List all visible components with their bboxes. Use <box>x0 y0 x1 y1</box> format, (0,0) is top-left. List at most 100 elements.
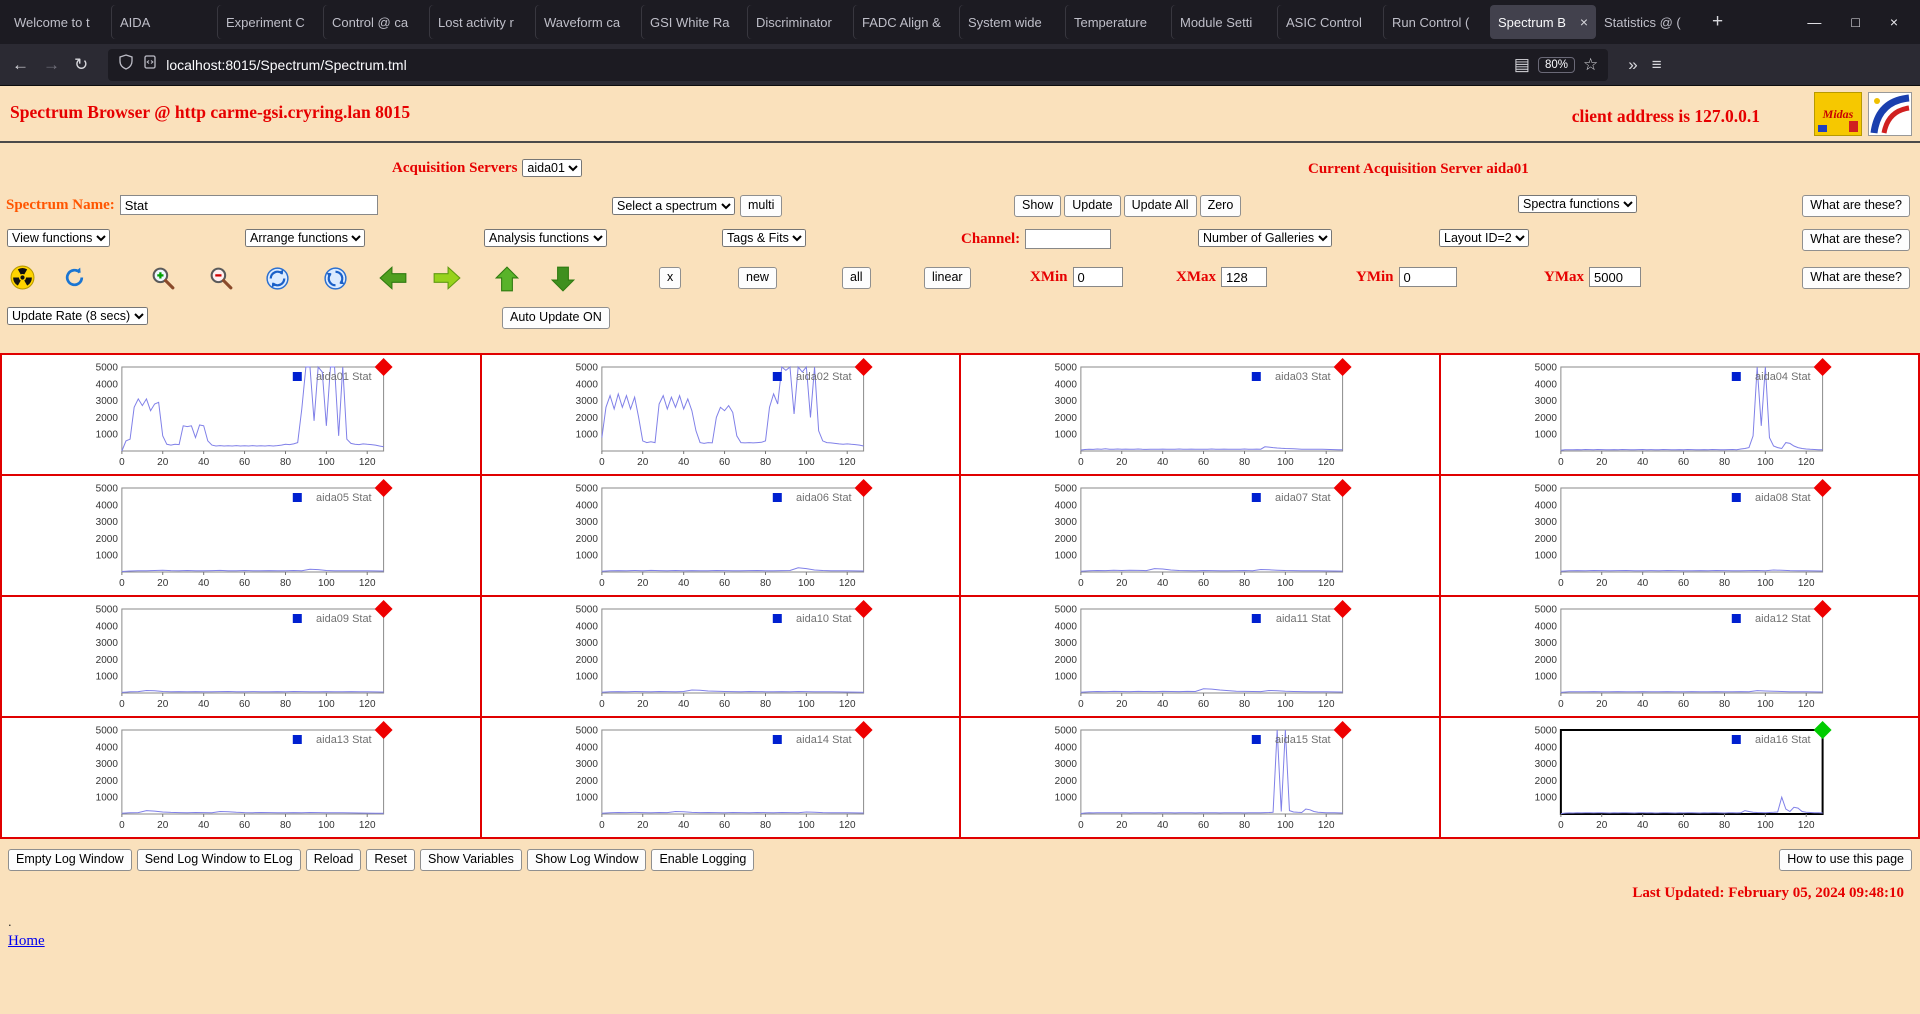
reset-button[interactable]: Reset <box>366 849 415 871</box>
radiation-icon[interactable] <box>10 265 35 290</box>
channel-input[interactable] <box>1025 229 1112 249</box>
reload-button[interactable]: ↻ <box>74 56 88 73</box>
spectrum-panel-aida04[interactable]: 5000 4000 3000 2000 1000 0 20 40 60 80 100 120 aida0… <box>1440 355 1918 474</box>
x-button[interactable]: x <box>659 267 682 289</box>
arrow-down-icon[interactable] <box>550 265 576 293</box>
linear-button[interactable]: linear <box>924 267 971 289</box>
spectrum-panel-aida03[interactable]: 5000 4000 3000 2000 1000 0 20 40 60 80 100 120 aida0… <box>961 355 1439 474</box>
arrange-functions-select[interactable]: Arrange functions <box>245 229 365 247</box>
browser-tab[interactable]: Temperature <box>1066 5 1172 39</box>
browser-tab[interactable]: Experiment C <box>218 5 324 39</box>
xmax-input[interactable] <box>1221 267 1267 287</box>
browser-tab[interactable]: Waveform ca <box>536 5 642 39</box>
all-button[interactable]: all <box>842 267 871 289</box>
back-button[interactable]: ← <box>12 56 29 73</box>
update-button[interactable]: Update <box>1064 195 1121 217</box>
spectrum-panel-aida06[interactable]: 5000 4000 3000 2000 1000 0 20 40 60 80 100 120 aida0… <box>481 476 959 595</box>
arrow-up-icon[interactable] <box>494 265 520 293</box>
close-window-button[interactable]: × <box>1890 14 1898 30</box>
tracking-protection-icon[interactable] <box>118 54 134 75</box>
minimize-button[interactable]: — <box>1807 14 1821 30</box>
browser-tab[interactable]: Welcome to t <box>6 5 112 39</box>
browser-tab[interactable]: System wide <box>960 5 1066 39</box>
browser-tab[interactable]: Control @ ca <box>324 5 430 39</box>
new-button[interactable]: new <box>738 267 777 289</box>
arrow-left-icon[interactable] <box>378 265 408 291</box>
tab-title: Temperature <box>1074 14 1147 30</box>
browser-tab[interactable]: Discriminator <box>748 5 854 39</box>
site-info-icon[interactable] <box>142 54 158 75</box>
ymax-input[interactable] <box>1589 267 1641 287</box>
spectrum-panel-aida15[interactable]: 5000 4000 3000 2000 1000 0 20 40 60 80 100 120 aida1… <box>961 718 1439 837</box>
show-variables-button[interactable]: Show Variables <box>420 849 522 871</box>
rotate-x-icon[interactable] <box>264 265 291 292</box>
spectrum-panel-aida12[interactable]: 5000 4000 3000 2000 1000 0 20 40 60 80 100 120 aida1… <box>1440 597 1918 716</box>
show-log-window-button[interactable]: Show Log Window <box>526 849 647 871</box>
spectrum-panel-aida07[interactable]: 5000 4000 3000 2000 1000 0 20 40 60 80 100 120 aida0… <box>961 476 1439 595</box>
browser-tab[interactable]: Statistics @ ( <box>1596 5 1702 39</box>
zoom-in-icon[interactable] <box>150 265 177 292</box>
tags-fits-select[interactable]: Tags & Fits <box>722 229 806 247</box>
new-tab-button[interactable]: + <box>1702 11 1733 33</box>
update-rate-select[interactable]: Update Rate (8 secs) <box>7 307 148 325</box>
zero-button[interactable]: Zero <box>1199 195 1242 217</box>
arrow-right-icon[interactable] <box>432 265 462 291</box>
multi-button[interactable]: multi <box>740 195 783 217</box>
spectrum-panel-aida11[interactable]: 5000 4000 3000 2000 1000 0 20 40 60 80 100 120 aida1… <box>961 597 1439 716</box>
spectrum-panel-aida09[interactable]: 5000 4000 3000 2000 1000 0 20 40 60 80 100 120 aida0… <box>2 597 480 716</box>
overflow-chevron-icon[interactable]: » <box>1628 56 1637 73</box>
spectrum-panel-aida14[interactable]: 5000 4000 3000 2000 1000 0 20 40 60 80 100 120 aida1… <box>481 718 959 837</box>
url-bar[interactable]: localhost:8015/Spectrum/Spectrum.tml ▤ 8… <box>108 48 1609 81</box>
spectrum-panel-aida01[interactable]: 5000 4000 3000 2000 1000 0 20 40 60 80 100 120 aida0… <box>2 355 480 474</box>
reader-mode-icon[interactable]: ▤ <box>1514 56 1530 73</box>
bookmark-star-icon[interactable]: ☆ <box>1583 56 1598 73</box>
maximize-button[interactable]: □ <box>1851 14 1859 30</box>
what-are-these-button[interactable]: What are these? <box>1802 195 1910 217</box>
empty-log-window-button[interactable]: Empty Log Window <box>8 849 132 871</box>
enable-logging-button[interactable]: Enable Logging <box>651 849 755 871</box>
browser-tab[interactable]: Spectrum B × <box>1490 5 1596 39</box>
spectrum-panel-aida02[interactable]: 5000 4000 3000 2000 1000 0 20 40 60 80 100 120 aida0… <box>481 355 959 474</box>
number-of-galleries-select[interactable]: Number of Galleries <box>1198 229 1332 247</box>
fair-logo[interactable] <box>1868 92 1912 136</box>
browser-tab[interactable]: GSI White Ra <box>642 5 748 39</box>
browser-tab[interactable]: FADC Align & <box>854 5 960 39</box>
send-log-window-to-elog-button[interactable]: Send Log Window to ELog <box>136 849 301 871</box>
what-are-these-button[interactable]: What are these? <box>1802 267 1910 289</box>
rotate-y-icon[interactable] <box>322 265 349 292</box>
close-tab-icon[interactable]: × <box>1580 14 1588 30</box>
acquisition-server-select[interactable]: aida01 <box>522 159 583 177</box>
how-to-use-button[interactable]: How to use this page <box>1779 849 1912 871</box>
layout-id-select[interactable]: Layout ID=2 <box>1439 229 1529 247</box>
spectrum-panel-aida05[interactable]: 5000 4000 3000 2000 1000 0 20 40 60 80 100 120 aida0… <box>2 476 480 595</box>
browser-tab[interactable]: AIDA <box>112 5 218 39</box>
browser-tab[interactable]: Lost activity r <box>430 5 536 39</box>
what-are-these-button[interactable]: What are these? <box>1802 229 1910 251</box>
spectrum-panel-aida08[interactable]: 5000 4000 3000 2000 1000 0 20 40 60 80 100 120 aida0… <box>1440 476 1918 595</box>
ymin-input[interactable] <box>1398 267 1457 287</box>
refresh-icon[interactable] <box>62 265 87 290</box>
browser-tab[interactable]: ASIC Control <box>1278 5 1384 39</box>
analysis-functions-select[interactable]: Analysis functions <box>484 229 607 247</box>
show-button[interactable]: Show <box>1014 195 1062 217</box>
spectrum-panel-aida13[interactable]: 5000 4000 3000 2000 1000 0 20 40 60 80 100 120 aida1… <box>2 718 480 837</box>
xmin-input[interactable] <box>1072 267 1123 287</box>
zoom-level-button[interactable]: 80% <box>1537 56 1575 73</box>
select-a-spectrum-select[interactable]: Select a spectrum <box>612 196 735 215</box>
auto-update-button[interactable]: Auto Update ON <box>502 307 610 329</box>
view-functions-select[interactable]: View functions <box>7 229 110 247</box>
url-text[interactable]: localhost:8015/Spectrum/Spectrum.tml <box>166 57 1506 73</box>
update-all-button[interactable]: Update All <box>1123 195 1197 217</box>
spectra-functions-select[interactable]: Spectra functions <box>1518 195 1637 213</box>
spectrum-panel-aida16[interactable]: 5000 4000 3000 2000 1000 0 20 40 60 80 100 120 aida1… <box>1440 718 1918 837</box>
reload-button[interactable]: Reload <box>305 849 362 871</box>
midas-logo[interactable]: Midas <box>1814 92 1862 136</box>
spectrum-name-input[interactable] <box>119 195 378 215</box>
menu-icon[interactable]: ≡ <box>1652 56 1662 73</box>
zoom-out-icon[interactable] <box>208 265 235 292</box>
spectrum-panel-aida10[interactable]: 5000 4000 3000 2000 1000 0 20 40 60 80 100 120 aida1… <box>481 597 959 716</box>
forward-button[interactable]: → <box>43 56 60 73</box>
home-link[interactable]: Home <box>8 933 45 950</box>
browser-tab[interactable]: Module Setti <box>1172 5 1278 39</box>
browser-tab[interactable]: Run Control ( <box>1384 5 1490 39</box>
